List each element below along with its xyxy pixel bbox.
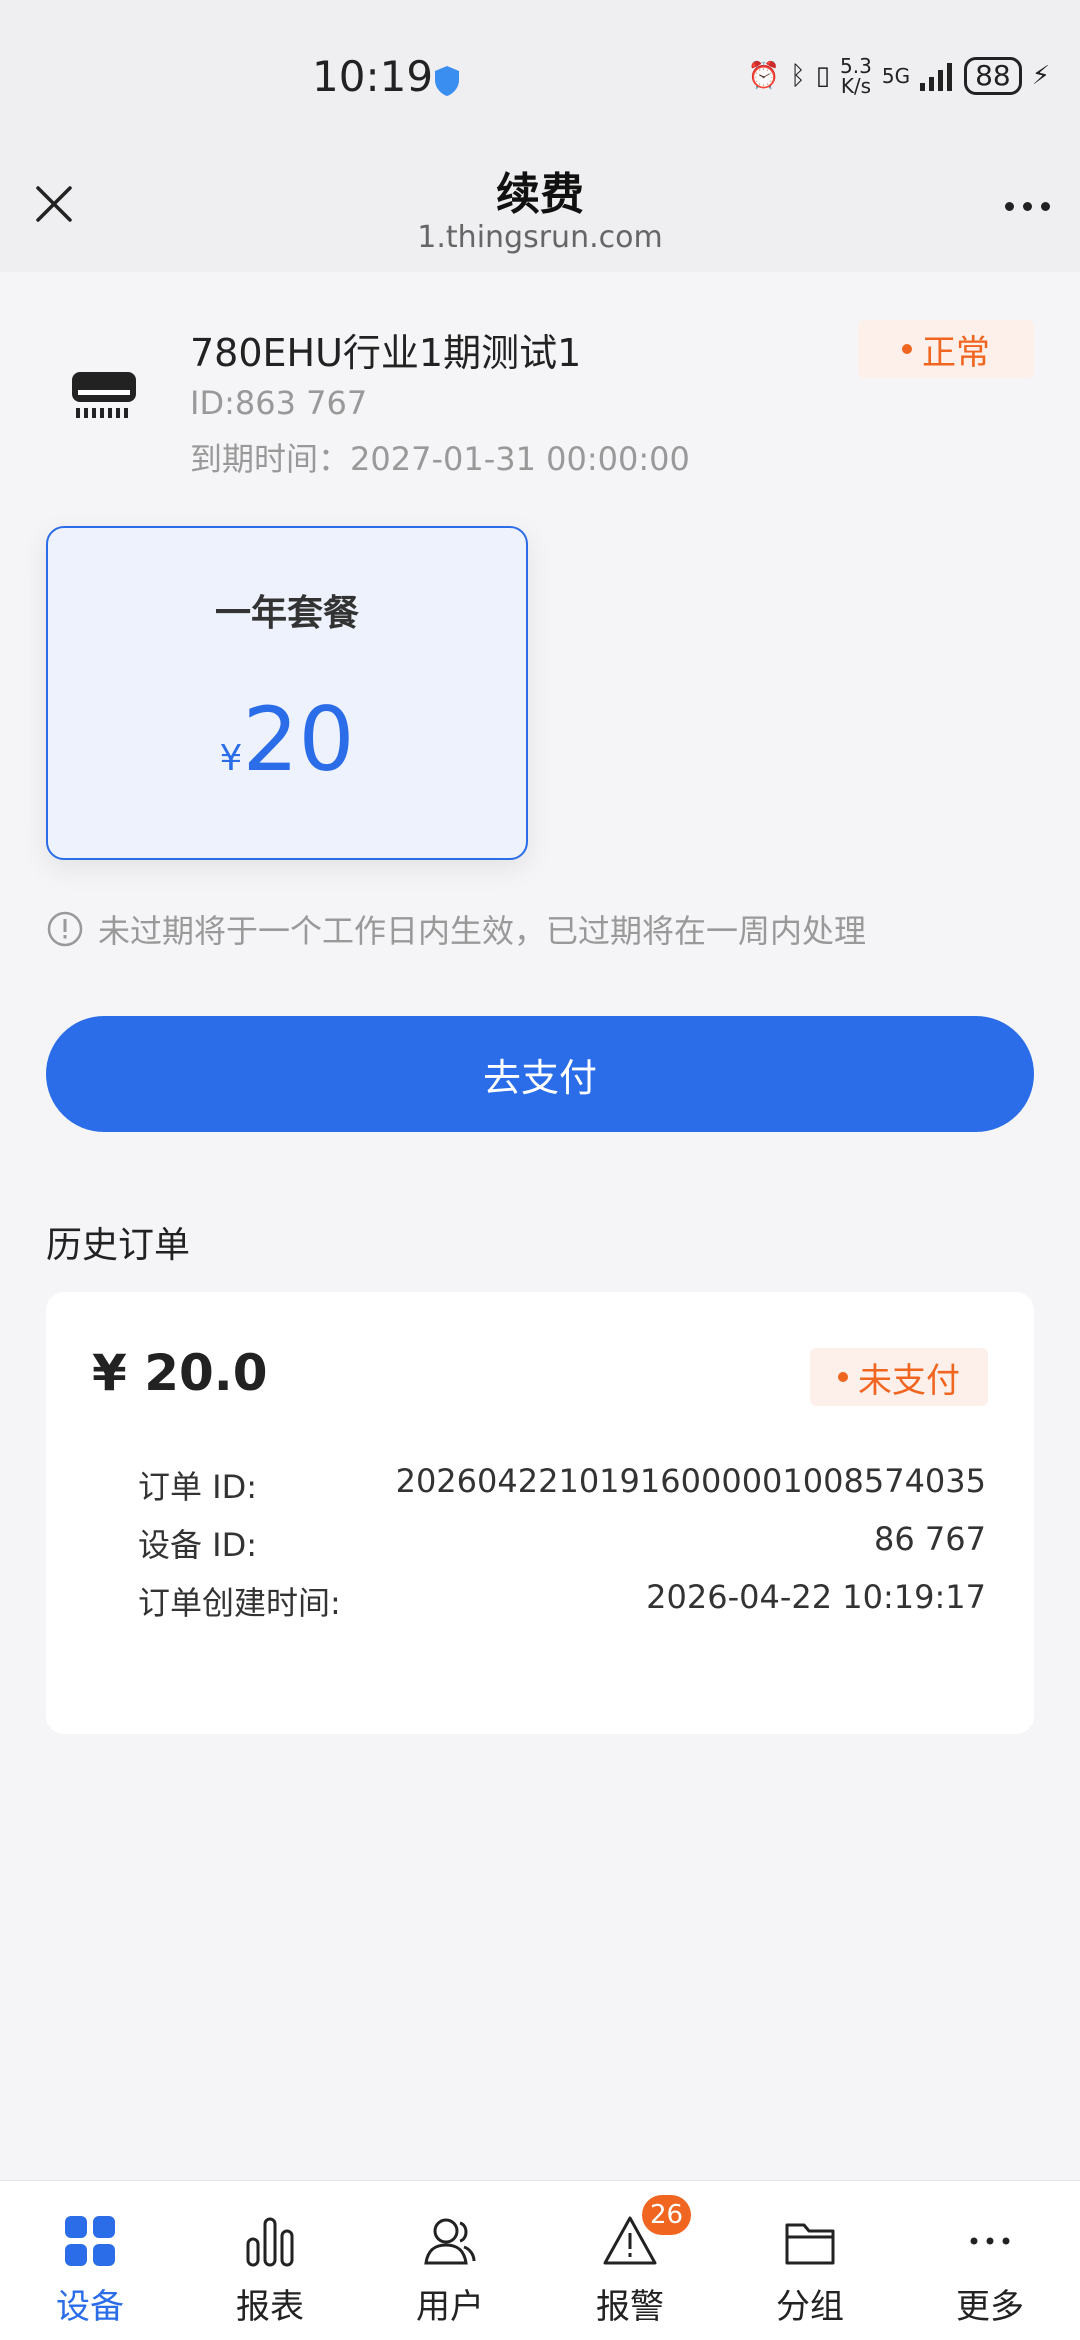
tab-more[interactable]: 更多 (900, 2181, 1080, 2340)
plan-name: 一年套餐 (214, 593, 359, 634)
device-status-badge: 正常 (858, 320, 1034, 378)
tab-alarms[interactable]: 26 报警 (540, 2181, 720, 2340)
tab-label: 更多 (956, 2287, 1024, 2327)
tab-label: 用户 (416, 2287, 484, 2327)
charging-icon: ⚡ (1031, 61, 1050, 91)
shield-icon (435, 66, 459, 96)
order-id-label: 订单 ID: (138, 1468, 258, 1506)
more-options-icon[interactable] (1005, 202, 1050, 211)
created-value: 2026-04-22 10:19:17 (646, 1578, 986, 1616)
order-id-value: 20260422101916000001008574035 (395, 1462, 986, 1500)
pay-button[interactable]: 去支付 (46, 1016, 1034, 1132)
battery-indicator: 88 (964, 57, 1022, 95)
order-status-badge: 未支付 (810, 1348, 988, 1406)
renewal-notice: 未过期将于一个工作日内生效，已过期将在一周内处理 (46, 906, 866, 952)
bottom-nav: 设备 报表 用户 26 报警 分组 更多 (0, 2180, 1080, 2340)
grid-icon (65, 2216, 115, 2266)
order-card: ¥ 20.0 未支付 订单 ID: 2026042210191600000100… (46, 1292, 1034, 1734)
tab-users[interactable]: 用户 (360, 2181, 540, 2340)
nav-bar: 续费 1.thingsrun.com (0, 150, 1080, 272)
vibrate-icon: ▯ (815, 61, 831, 91)
created-label: 订单创建时间: (138, 1584, 341, 1622)
device-icon (72, 372, 136, 418)
bar-chart-icon (246, 2217, 294, 2267)
device-id-label: 设备 ID: (138, 1526, 258, 1564)
status-time: 10:19 (312, 52, 434, 101)
tab-groups[interactable]: 分组 (720, 2181, 900, 2340)
device-info: 780EHU行业1期测试1 ID:863 767 到期时间：2027-01-31… (0, 272, 1080, 492)
tab-devices[interactable]: 设备 (0, 2181, 180, 2340)
status-icons: ⏰ ᛒ ▯ 5.3 K/s 5G 88 ⚡ (748, 56, 1050, 96)
tab-reports[interactable]: 报表 (180, 2181, 360, 2340)
device-name: 780EHU行业1期测试1 (190, 331, 582, 375)
signal-icon (920, 63, 953, 91)
more-icon (970, 2237, 1010, 2245)
folder-icon (785, 2223, 835, 2265)
order-device-id-row: 设备 ID: 86 767 (138, 1520, 986, 1566)
device-id: ID:863 767 (190, 384, 368, 422)
order-id-row: 订单 ID: 20260422101916000001008574035 (138, 1462, 986, 1508)
device-id-value: 86 767 (874, 1520, 986, 1558)
status-dot (838, 1372, 848, 1382)
status-dot (902, 344, 912, 354)
tab-label: 报表 (236, 2287, 304, 2327)
order-amount: ¥ 20.0 (92, 1344, 268, 1402)
status-bar: 10:19 ⏰ ᛒ ▯ 5.3 K/s 5G 88 ⚡ (0, 0, 1080, 150)
bluetooth-icon: ᛒ (790, 61, 806, 91)
user-icon (424, 2218, 476, 2265)
device-expire-time: 到期时间：2027-01-31 00:00:00 (190, 440, 690, 478)
network-type: 5G (881, 64, 911, 88)
history-title: 历史订单 (46, 1225, 191, 1266)
page-title: 续费 (496, 169, 584, 220)
page-url: 1.thingsrun.com (417, 220, 663, 255)
tab-label: 设备 (56, 2287, 124, 2327)
info-icon (47, 911, 83, 947)
notice-text: 未过期将于一个工作日内生效，已过期将在一周内处理 (98, 912, 867, 950)
tab-label: 报警 (596, 2287, 664, 2327)
plan-option-one-year[interactable]: 一年套餐 ¥20 (46, 526, 528, 860)
order-created-row: 订单创建时间: 2026-04-22 10:19:17 (138, 1578, 986, 1624)
alarm-icon: ⏰ (747, 61, 781, 91)
plan-price: ¥20 (219, 688, 355, 791)
network-speed: 5.3 K/s (840, 54, 872, 98)
alarm-count-badge: 26 (642, 2195, 692, 2235)
tab-label: 分组 (776, 2287, 844, 2327)
